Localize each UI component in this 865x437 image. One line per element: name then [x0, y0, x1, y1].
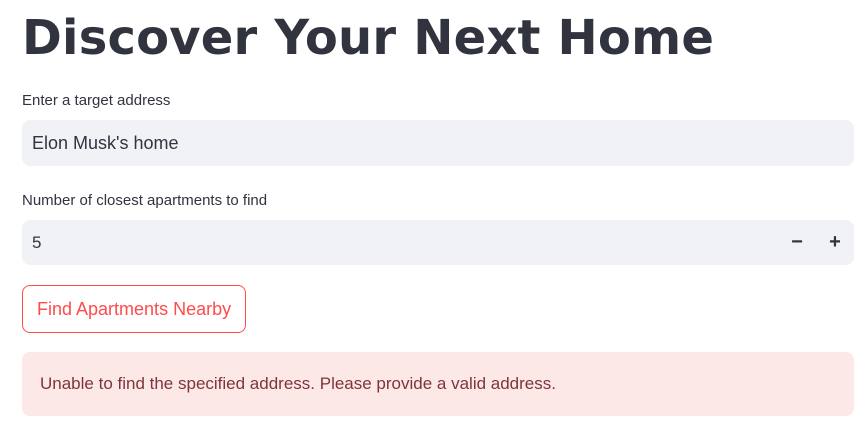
error-message: Unable to find the specified address. Pl… [40, 374, 556, 393]
apartment-count-input[interactable] [22, 220, 778, 265]
address-label: Enter a target address [22, 92, 171, 109]
find-apartments-button[interactable]: Find Apartments Nearby [22, 285, 247, 333]
error-alert: Unable to find the specified address. Pl… [22, 352, 854, 416]
decrement-button[interactable]: − [778, 220, 816, 265]
apartment-count-label: Number of closest apartments to find [22, 192, 268, 209]
page-title: Discover Your Next Home [22, 10, 715, 66]
address-input[interactable] [22, 120, 854, 166]
increment-button[interactable]: + [816, 220, 854, 265]
apartment-count-stepper: − + [22, 220, 854, 265]
